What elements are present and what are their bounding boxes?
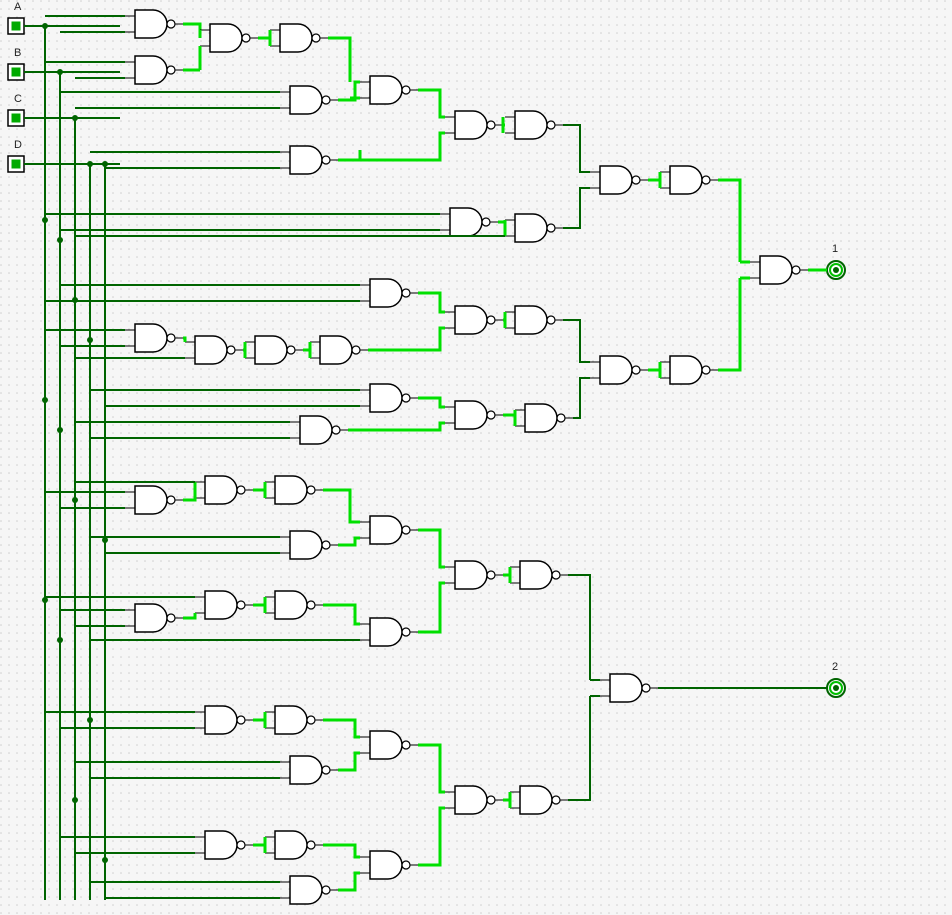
input-label-C: C bbox=[14, 93, 22, 105]
circuit-canvas: A B C D 1 2 bbox=[0, 0, 952, 915]
input-pin-C[interactable] bbox=[8, 110, 24, 126]
input-label-D: D bbox=[14, 139, 22, 151]
input-pin-B[interactable] bbox=[8, 64, 24, 80]
output-pin-1[interactable] bbox=[827, 261, 845, 279]
input-pin-D[interactable] bbox=[8, 156, 24, 172]
output-label-1: 1 bbox=[832, 243, 838, 255]
output-pin-2[interactable] bbox=[827, 679, 845, 697]
input-label-B: B bbox=[14, 47, 21, 59]
input-pin-A[interactable] bbox=[8, 18, 24, 34]
output-label-2: 2 bbox=[832, 661, 838, 673]
input-label-A: A bbox=[14, 1, 22, 13]
